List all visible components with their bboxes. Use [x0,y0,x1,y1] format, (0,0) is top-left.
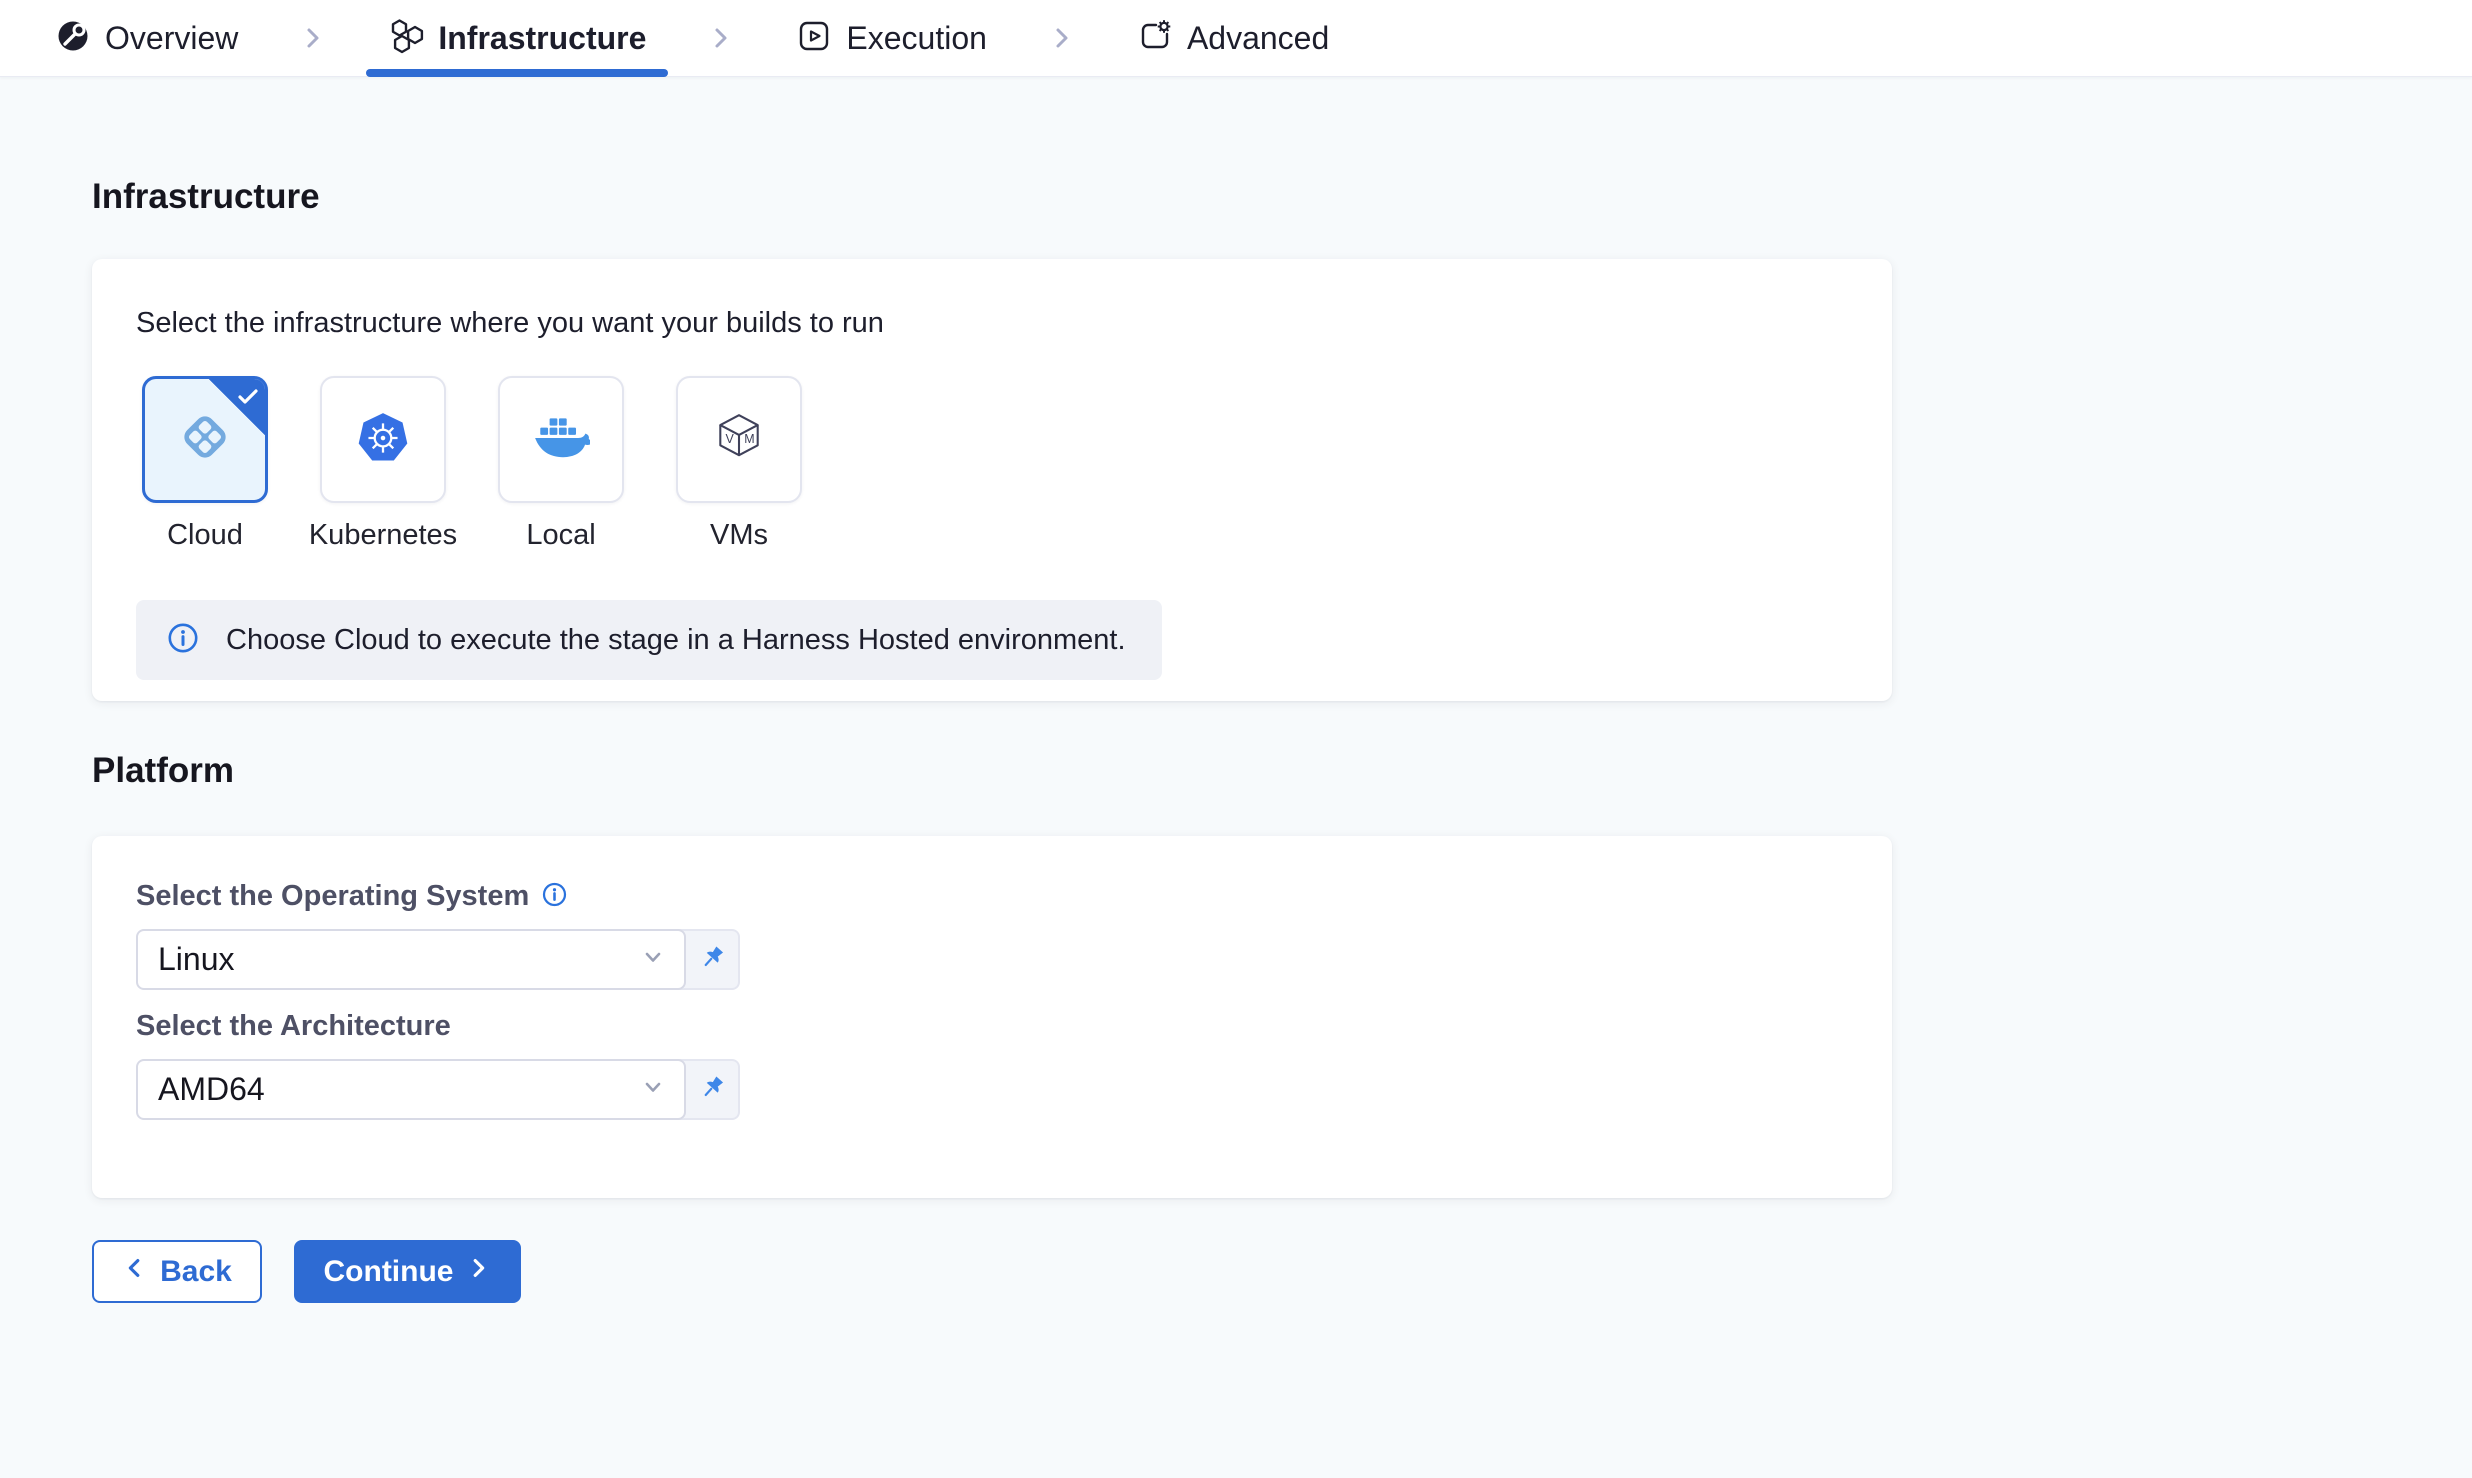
os-field-label: Select the Operating System [136,880,529,913]
back-button-label: Back [160,1255,232,1289]
platform-card: Select the Operating System Linux [92,836,1892,1198]
platform-section-heading: Platform [92,751,2472,791]
infrastructure-icon [388,18,424,59]
infra-tile-local[interactable] [498,376,624,503]
chevron-down-icon [638,1072,668,1107]
os-field: Select the Operating System Linux [136,880,1892,990]
pin-icon [697,943,727,976]
docker-icon [532,414,590,465]
vm-cube-icon: V M [712,410,766,469]
arch-select[interactable]: AMD64 [136,1059,686,1120]
info-icon[interactable] [541,881,568,913]
chevron-down-icon [638,942,668,977]
infra-option-label: Kubernetes [309,519,457,552]
os-select[interactable]: Linux [136,929,686,990]
infrastructure-section-heading: Infrastructure [92,77,2472,217]
cloud-info-banner: Choose Cloud to execute the stage in a H… [136,600,1162,680]
arch-pin-button[interactable] [678,1059,740,1120]
wizard-actions: Back Continue [92,1240,2472,1303]
check-icon [236,386,260,415]
stage-overview-icon [55,18,91,59]
tab-overview-label: Overview [105,20,238,57]
continue-button[interactable]: Continue [294,1240,521,1303]
infra-option-label: VMs [710,519,768,552]
infra-tile-vms[interactable]: V M [676,376,802,503]
arch-select-value: AMD64 [158,1071,638,1108]
tab-advanced-label: Advanced [1187,20,1329,57]
stage-config-content: Infrastructure Select the infrastructure… [0,77,2472,1303]
tab-advanced[interactable]: Advanced [1115,0,1351,76]
os-select-value: Linux [158,941,638,978]
chevron-right-icon [706,23,736,53]
chevron-left-icon [122,1255,148,1289]
continue-button-label: Continue [324,1255,454,1289]
info-icon [166,621,200,660]
back-button[interactable]: Back [92,1240,262,1303]
chevron-right-icon [298,23,328,53]
execution-icon [796,18,832,59]
infra-option-vms: V M VMs [676,376,802,552]
svg-text:M: M [744,432,754,446]
infrastructure-card: Select the infrastructure where you want… [92,259,1892,701]
arch-field: Select the Architecture AMD64 [136,1010,1892,1120]
pin-icon [697,1073,727,1106]
infra-option-kubernetes: Kubernetes [320,376,446,552]
infra-option-label: Cloud [167,519,243,552]
tab-infrastructure-label: Infrastructure [438,20,646,57]
infrastructure-options: Cloud [142,376,1892,552]
tab-execution[interactable]: Execution [774,0,1009,76]
infra-option-cloud: Cloud [142,376,268,552]
infra-tile-kubernetes[interactable] [320,376,446,503]
os-pin-button[interactable] [678,929,740,990]
advanced-icon [1137,18,1173,59]
kubernetes-icon [356,410,410,469]
tab-infrastructure[interactable]: Infrastructure [366,0,668,76]
stage-tabbar: Overview Infrastructure Execution [0,0,2472,77]
arch-field-label: Select the Architecture [136,1010,451,1043]
infrastructure-prompt: Select the infrastructure where you want… [136,307,1892,340]
svg-text:V: V [726,432,735,446]
infra-tile-cloud[interactable] [142,376,268,503]
chevron-right-icon [1047,23,1077,53]
cloud-info-text: Choose Cloud to execute the stage in a H… [226,624,1126,657]
tab-execution-label: Execution [846,20,987,57]
chevron-right-icon [465,1255,491,1289]
tab-overview[interactable]: Overview [33,0,260,76]
infra-option-label: Local [526,519,595,552]
infra-option-local: Local [498,376,624,552]
